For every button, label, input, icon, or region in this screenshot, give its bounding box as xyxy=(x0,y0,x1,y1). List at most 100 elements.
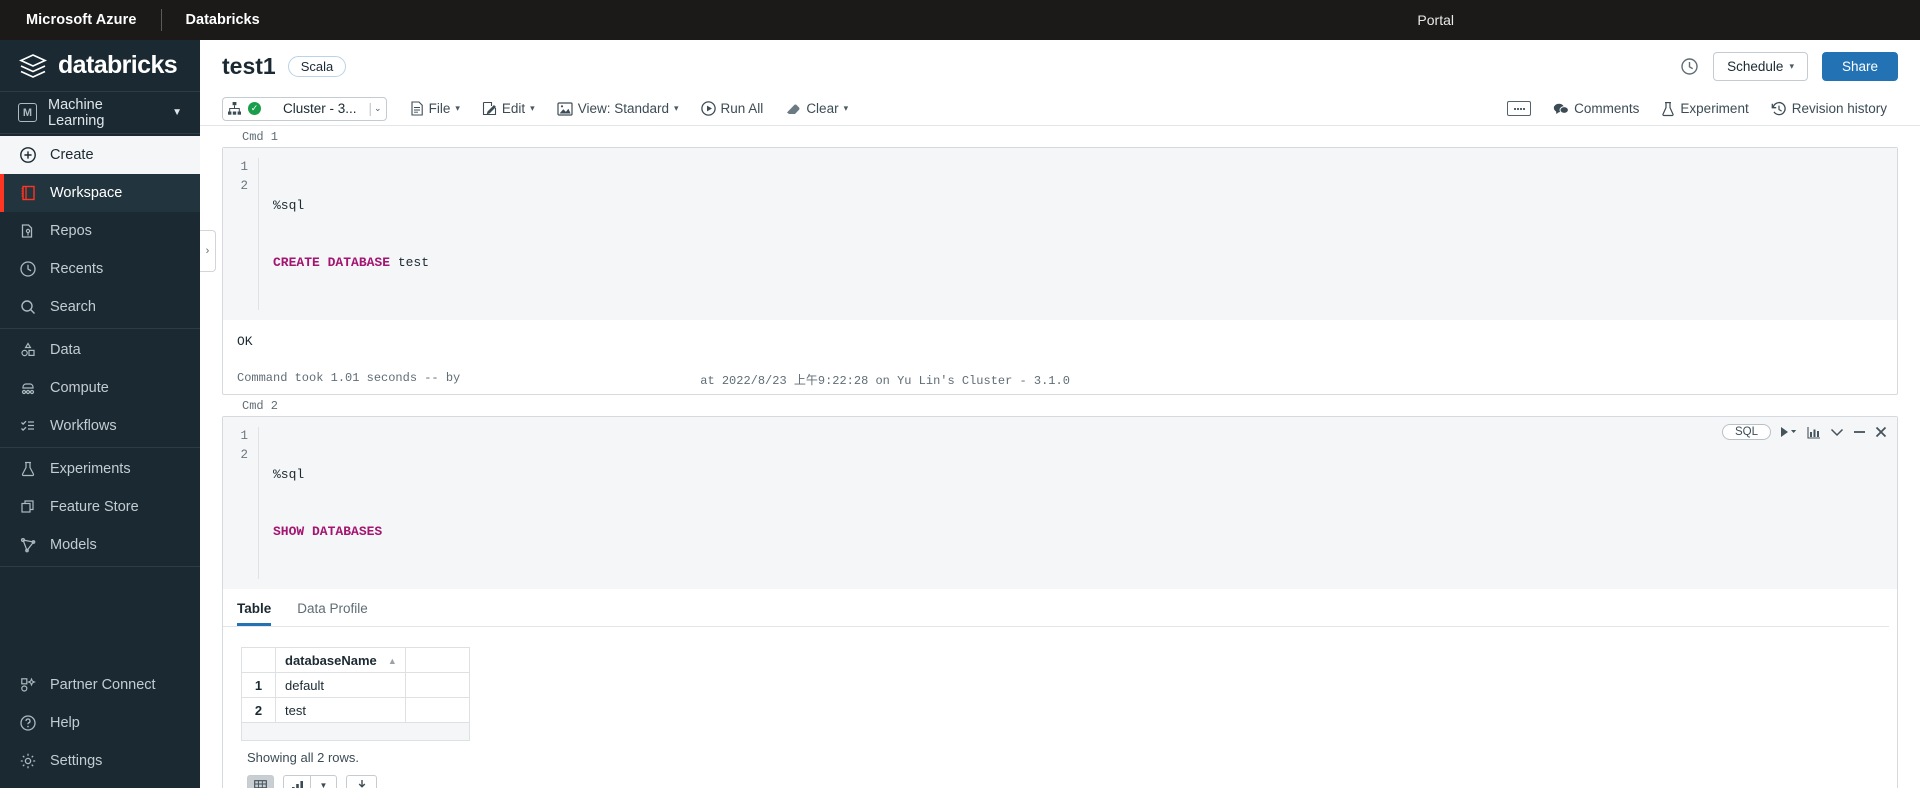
sidebar: databricks M Machine Learning ▼ Create W… xyxy=(0,40,200,788)
history-clock-icon[interactable] xyxy=(1680,57,1699,76)
chart-options-dropdown[interactable]: ▼ xyxy=(310,775,337,788)
databricks-logo[interactable]: databricks xyxy=(0,40,200,92)
sidebar-item-partner-connect-label: Partner Connect xyxy=(50,677,156,693)
keyboard-icon xyxy=(1507,101,1532,116)
cell-minimize-icon[interactable] xyxy=(1853,427,1866,437)
code-editor-1[interactable]: 1 2 %sql CREATE DATABASE test xyxy=(223,148,1897,320)
persona-switcher[interactable]: M Machine Learning ▼ xyxy=(0,92,200,134)
share-button[interactable]: Share xyxy=(1821,51,1898,81)
sidebar-item-feature-store[interactable]: Feature Store xyxy=(0,488,200,526)
cluster-name-label: Cluster - 3... xyxy=(283,101,357,116)
cell-output-1: OK xyxy=(223,320,1897,359)
azure-portal-label[interactable]: Portal xyxy=(1417,12,1894,28)
cmd-label-2: Cmd 2 xyxy=(242,399,279,413)
result-body-2: databaseName ▲ 1 default 2 test Showing … xyxy=(223,627,1897,788)
table-view-button[interactable] xyxy=(247,775,274,788)
edit-menu[interactable]: Edit ▾ xyxy=(471,97,546,121)
cell-toolbar-2: SQL xyxy=(1721,424,1887,440)
azure-product-name[interactable]: Databricks xyxy=(186,12,260,28)
table-column-header-databasename[interactable]: databaseName ▲ xyxy=(275,647,406,673)
clock-icon xyxy=(18,259,38,279)
page-title: test1 xyxy=(222,52,276,79)
app-shell: databricks M Machine Learning ▼ Create W… xyxy=(0,40,1920,788)
result-table[interactable]: databaseName ▲ 1 default 2 test xyxy=(241,647,470,741)
search-icon xyxy=(18,297,38,317)
sidebar-item-repos[interactable]: Repos xyxy=(0,212,200,250)
notebook-cell-2[interactable]: 1 2 %sql SHOW DATABASES SQL Table Data P… xyxy=(222,416,1898,788)
feature-store-icon xyxy=(18,497,38,517)
file-menu[interactable]: File ▾ xyxy=(399,97,471,121)
chart-view-button[interactable] xyxy=(283,775,310,788)
cell-chart-icon[interactable] xyxy=(1807,426,1821,439)
flask-icon xyxy=(1661,101,1675,117)
sidebar-item-data[interactable]: Data xyxy=(0,331,200,369)
sidebar-item-models[interactable]: Models xyxy=(0,526,200,564)
sidebar-item-compute[interactable]: Compute xyxy=(0,369,200,407)
plus-circle-icon xyxy=(18,145,38,165)
keyboard-shortcuts-button[interactable] xyxy=(1496,97,1542,121)
chevron-down-icon: ▾ xyxy=(674,103,679,113)
comments-button[interactable]: Comments xyxy=(1542,97,1650,121)
chevron-down-icon[interactable]: ⌄ xyxy=(374,103,382,114)
status-left-1: Command took 1.01 seconds -- by xyxy=(237,371,461,385)
sidebar-group-ml: Experiments Feature Store Models xyxy=(0,448,200,567)
table-pad-cell xyxy=(404,697,470,723)
sidebar-item-settings[interactable]: Settings xyxy=(0,742,200,780)
revision-history-button[interactable]: Revision history xyxy=(1760,97,1898,121)
sort-ascending-icon: ▲ xyxy=(387,656,397,666)
sidebar-item-help[interactable]: Help xyxy=(0,704,200,742)
compute-icon xyxy=(18,378,38,398)
sidebar-item-repos-label: Repos xyxy=(50,223,92,239)
chart-view-group: ▼ xyxy=(283,775,337,788)
share-button-label: Share xyxy=(1841,58,1878,74)
sidebar-item-recents[interactable]: Recents xyxy=(0,250,200,288)
azure-brand[interactable]: Microsoft Azure xyxy=(26,12,137,28)
cell-language-badge-2[interactable]: SQL xyxy=(1721,424,1771,440)
chevron-down-icon: ▾ xyxy=(455,103,460,113)
cluster-selector[interactable]: ✓ Cluster - 3... | ⌄ xyxy=(222,96,387,121)
cmd-label-1: Cmd 1 xyxy=(242,130,279,144)
databricks-logo-text: databricks xyxy=(58,51,178,79)
tab-table[interactable]: Table xyxy=(237,601,272,626)
sidebar-item-search[interactable]: Search xyxy=(0,288,200,326)
notebook-language-badge[interactable]: Scala xyxy=(287,55,347,77)
chevron-right-icon: › xyxy=(205,245,210,257)
azure-divider xyxy=(160,9,162,31)
cell-run-icon[interactable] xyxy=(1780,426,1798,438)
sidebar-collapse-handle[interactable]: › xyxy=(200,230,216,272)
experiment-button[interactable]: Experiment xyxy=(1650,97,1759,121)
sidebar-item-experiments[interactable]: Experiments xyxy=(0,450,200,488)
row-index: 1 xyxy=(241,672,276,698)
notebook-body: Cmd 1 1 2 %sql CREATE DATABASE test OK C… xyxy=(200,126,1920,788)
file-icon xyxy=(410,101,424,116)
run-all-button[interactable]: Run All xyxy=(690,97,775,121)
code-content-2: %sql SHOW DATABASES xyxy=(259,427,1897,579)
sidebar-group-bottom: Partner Connect Help Settings xyxy=(0,666,200,788)
sidebar-item-create[interactable]: Create xyxy=(0,136,200,174)
view-menu[interactable]: View: Standard ▾ xyxy=(546,97,690,121)
clear-menu[interactable]: Clear ▾ xyxy=(774,97,859,121)
schedule-button[interactable]: Schedule ▾ xyxy=(1713,51,1808,81)
sidebar-item-partner-connect[interactable]: Partner Connect xyxy=(0,666,200,704)
sidebar-group-primary: Create Workspace Repos Recents Search xyxy=(0,134,200,329)
code-editor-2[interactable]: 1 2 %sql SHOW DATABASES SQL xyxy=(223,417,1897,589)
table-pad-cell xyxy=(404,672,470,698)
sidebar-item-workflows[interactable]: Workflows xyxy=(0,407,200,445)
notebook-cell-1[interactable]: 1 2 %sql CREATE DATABASE test OK Command… xyxy=(222,147,1898,395)
result-actions: ▼ xyxy=(241,765,1897,788)
table-header-row: databaseName ▲ xyxy=(241,647,470,673)
run-all-label: Run All xyxy=(720,101,764,116)
output-text-1: OK xyxy=(237,334,253,349)
table-row[interactable]: 1 default xyxy=(241,672,470,698)
table-row[interactable]: 2 test xyxy=(241,697,470,723)
line-numbers-1: 1 2 xyxy=(223,158,259,310)
chevron-down-icon: ▼ xyxy=(172,107,182,118)
tab-data-profile[interactable]: Data Profile xyxy=(297,601,368,626)
main-content: test1 Scala Schedule ▾ Share ✓ Cluster -… xyxy=(200,40,1920,788)
sidebar-item-workspace-label: Workspace xyxy=(50,185,123,201)
row-index: 2 xyxy=(241,697,276,723)
download-button[interactable] xyxy=(346,775,377,788)
cell-chevron-down-icon[interactable] xyxy=(1830,427,1844,437)
sidebar-item-workspace[interactable]: Workspace xyxy=(0,174,200,212)
cell-close-icon[interactable] xyxy=(1875,426,1887,438)
